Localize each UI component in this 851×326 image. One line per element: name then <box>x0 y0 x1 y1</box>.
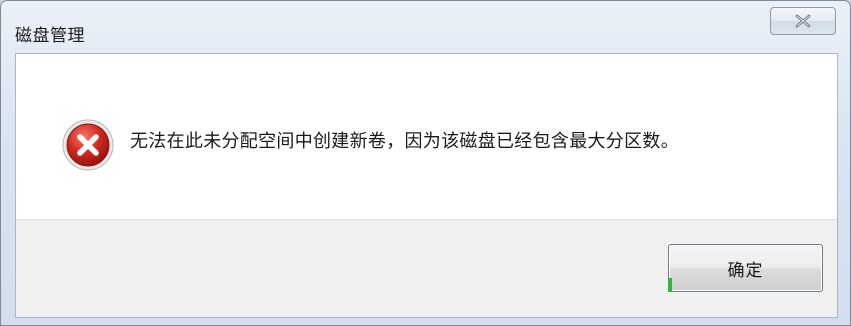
focus-indicator <box>668 278 672 292</box>
message-area: 无法在此未分配空间中创建新卷，因为该磁盘已经包含最大分区数。 <box>16 54 837 219</box>
title-bar[interactable]: 磁盘管理 <box>1 1 850 53</box>
window-title: 磁盘管理 <box>15 26 85 46</box>
ok-button[interactable]: 确定 <box>668 244 823 292</box>
close-button[interactable] <box>770 7 836 35</box>
error-message: 无法在此未分配空间中创建新卷，因为该磁盘已经包含最大分区数。 <box>130 131 679 152</box>
button-bar: 确定 <box>16 219 837 317</box>
ok-button-label: 确定 <box>727 260 764 281</box>
close-icon <box>794 14 812 28</box>
error-icon <box>61 118 115 172</box>
dialog-body: 无法在此未分配空间中创建新卷，因为该磁盘已经包含最大分区数。 确定 <box>15 53 838 318</box>
dialog-window: 磁盘管理 无法在此未分配空间中创建新卷，因为该磁盘已经包含最大分区数。 确定 <box>0 0 851 326</box>
